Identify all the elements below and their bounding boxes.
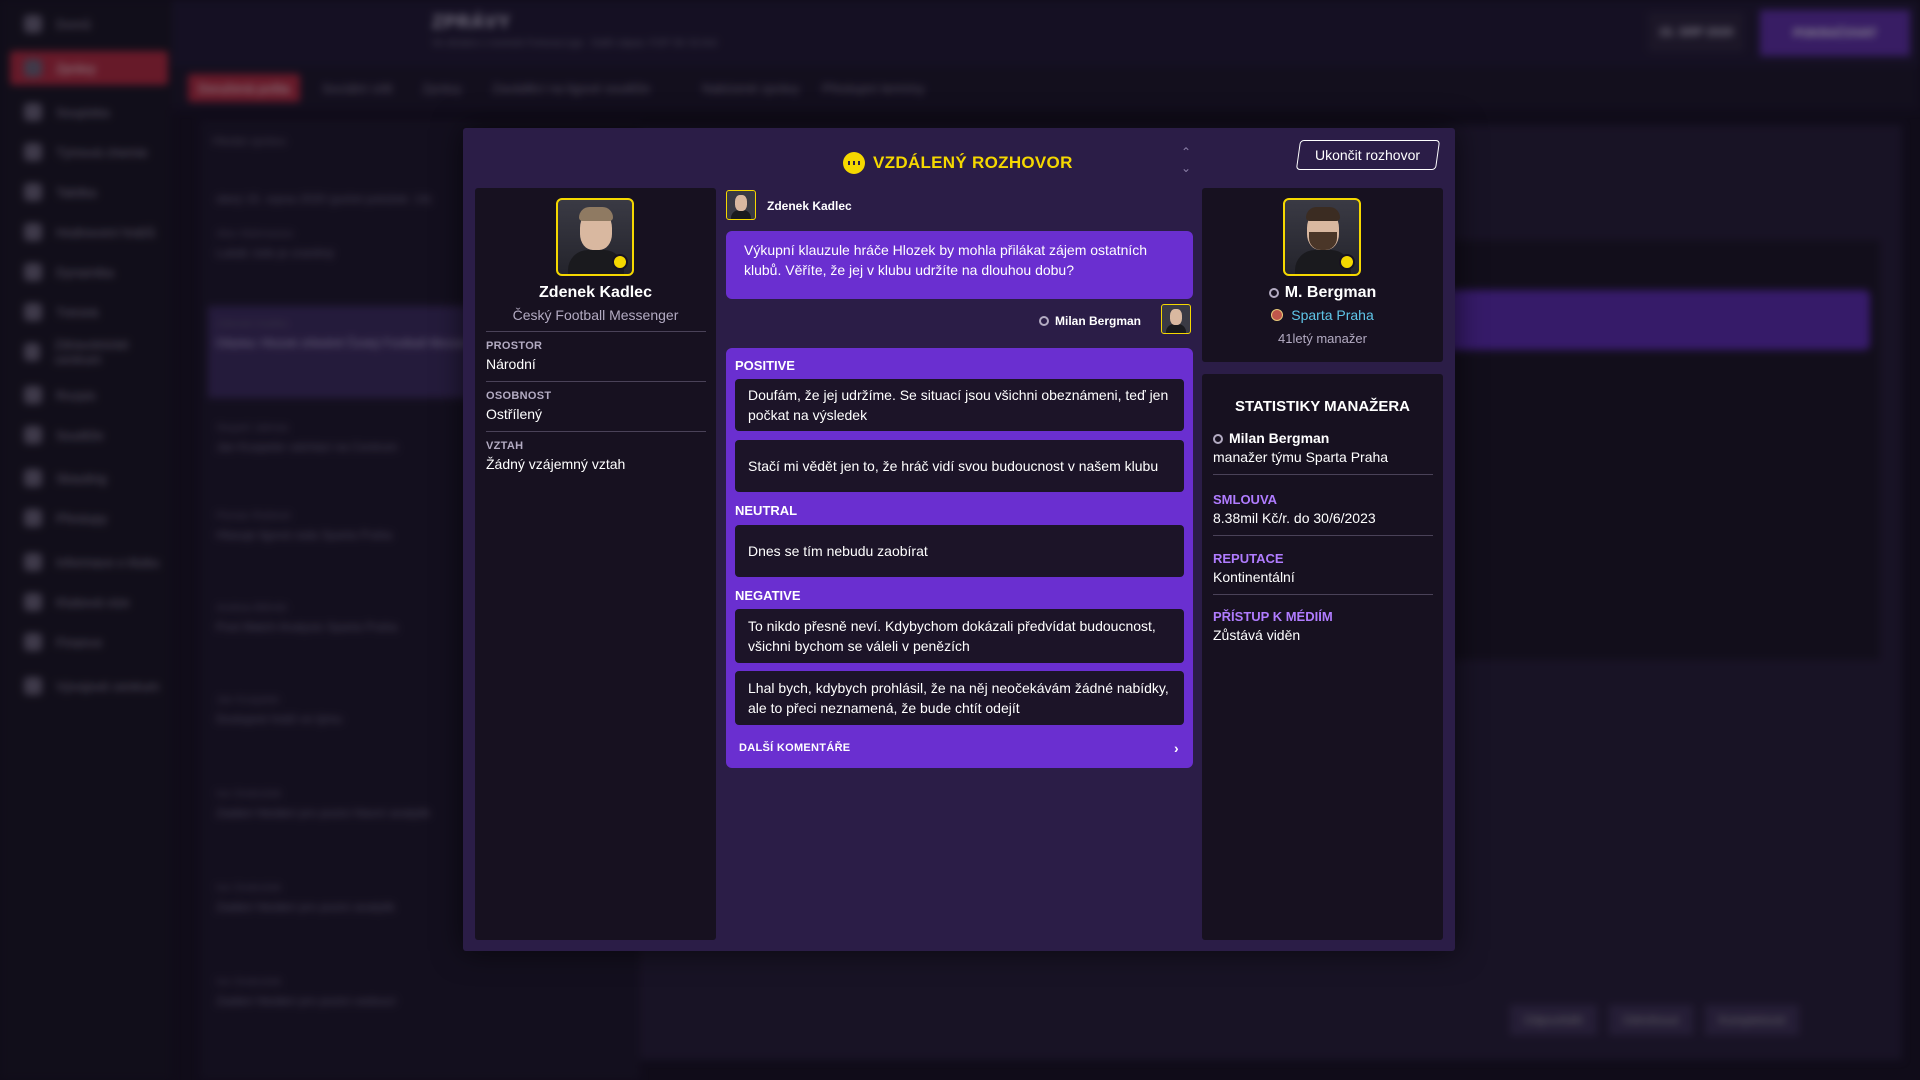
divider	[486, 381, 706, 382]
divider	[1213, 594, 1433, 595]
question-speaker: Zdenek Kadlec	[767, 199, 852, 213]
remote-interview-dialog: VZDÁLENÝ ROZHOVOR ⌃ ⌄ Ukončit rozhovor Z…	[463, 128, 1455, 951]
category-neutral: NEUTRAL	[735, 503, 798, 518]
dialog-nav: ⌃ ⌄	[1176, 144, 1196, 180]
answer-options: POSITIVE Doufám, že jej udržíme. Se situ…	[726, 348, 1193, 768]
chat-badge-icon	[612, 254, 628, 270]
chat-bubble-icon	[843, 152, 865, 174]
question-bubble: Výkupní klauzule hráče Hlozek by mohla p…	[726, 231, 1193, 299]
manager-stats-panel: STATISTIKY MANAŽERA Milan Bergman manaže…	[1202, 374, 1443, 940]
manager-mini-portrait	[1161, 304, 1191, 334]
answer-option-positive-2[interactable]: Stačí mi vědět jen to, že hráč vidí svou…	[735, 440, 1184, 492]
manager-club-link[interactable]: Sparta Praha	[1202, 307, 1443, 323]
person-icon	[1039, 316, 1049, 326]
interviewer-mini-portrait	[726, 190, 756, 220]
info-scope: PROSTOR Národní	[486, 340, 543, 372]
divider	[486, 431, 706, 432]
person-icon	[1213, 434, 1223, 444]
dialog-header: VZDÁLENÝ ROZHOVOR ⌃ ⌄ Ukončit rozhovor	[463, 128, 1455, 188]
divider	[1213, 535, 1433, 536]
stats-manager: Milan Bergman manažer týmu Sparta Praha	[1213, 430, 1433, 465]
interviewer-outlet: Český Football Messenger	[512, 307, 679, 323]
manager-portrait[interactable]	[1283, 198, 1361, 276]
manager-age-role: 41letý manažer	[1278, 331, 1367, 346]
chevron-down-icon[interactable]: ⌄	[1176, 160, 1196, 176]
dialog-title: VZDÁLENÝ ROZHOVOR	[843, 152, 1073, 174]
answer-option-positive-1[interactable]: Doufám, že jej udržíme. Se situací jsou …	[735, 379, 1184, 431]
chat-badge-icon	[1339, 254, 1355, 270]
more-comments-button[interactable]: DALŠÍ KOMENTÁŘE ›	[739, 740, 1179, 756]
answer-option-negative-1[interactable]: To nikdo přesně neví. Kdybychom dokázali…	[735, 609, 1184, 663]
manager-panel: M. Bergman Sparta Praha 41letý manažer	[1202, 188, 1443, 362]
info-relationship: VZTAH Žádný vzájemný vztah	[486, 440, 626, 472]
person-icon	[1268, 288, 1279, 298]
answer-speaker: Milan Bergman	[1039, 314, 1141, 328]
conversation-panel: Zdenek Kadlec Výkupní klauzule hráče Hlo…	[726, 188, 1193, 940]
dialog-title-text: VZDÁLENÝ ROZHOVOR	[873, 153, 1073, 172]
interviewer-portrait[interactable]	[556, 198, 634, 276]
end-interview-label: Ukončit rozhovor	[1315, 147, 1421, 163]
divider	[1213, 474, 1433, 475]
answer-option-negative-2[interactable]: Lhal bych, kdybych prohlásil, že na něj …	[735, 671, 1184, 725]
stats-media-handling: PŘÍSTUP K MÉDIÍM Zůstává viděn	[1213, 609, 1333, 643]
interviewer-panel: Zdenek Kadlec Český Football Messenger P…	[475, 188, 716, 940]
stats-reputation: REPUTACE Kontinentální	[1213, 551, 1295, 585]
interviewer-name: Zdenek Kadlec	[539, 284, 652, 301]
club-crest-icon	[1271, 309, 1284, 321]
manager-name: M. Bergman	[1202, 284, 1443, 302]
stats-contract: SMLOUVA 8.38mil Kč/r. do 30/6/2023	[1213, 492, 1376, 526]
end-interview-button[interactable]: Ukončit rozhovor	[1295, 140, 1441, 170]
answer-option-neutral-1[interactable]: Dnes se tím nebudu zaobírat	[735, 525, 1184, 577]
category-positive: POSITIVE	[735, 358, 795, 373]
category-negative: NEGATIVE	[735, 588, 801, 603]
stats-manager-name[interactable]: Milan Bergman	[1229, 430, 1329, 446]
divider	[486, 331, 706, 332]
chevron-right-icon: ›	[1174, 740, 1179, 756]
stats-manager-role: manažer týmu Sparta Praha	[1213, 449, 1389, 465]
stats-title: STATISTIKY MANAŽERA	[1235, 398, 1410, 415]
chevron-up-icon[interactable]: ⌃	[1176, 144, 1196, 160]
info-personality: OSOBNOST Ostřílený	[486, 390, 552, 422]
